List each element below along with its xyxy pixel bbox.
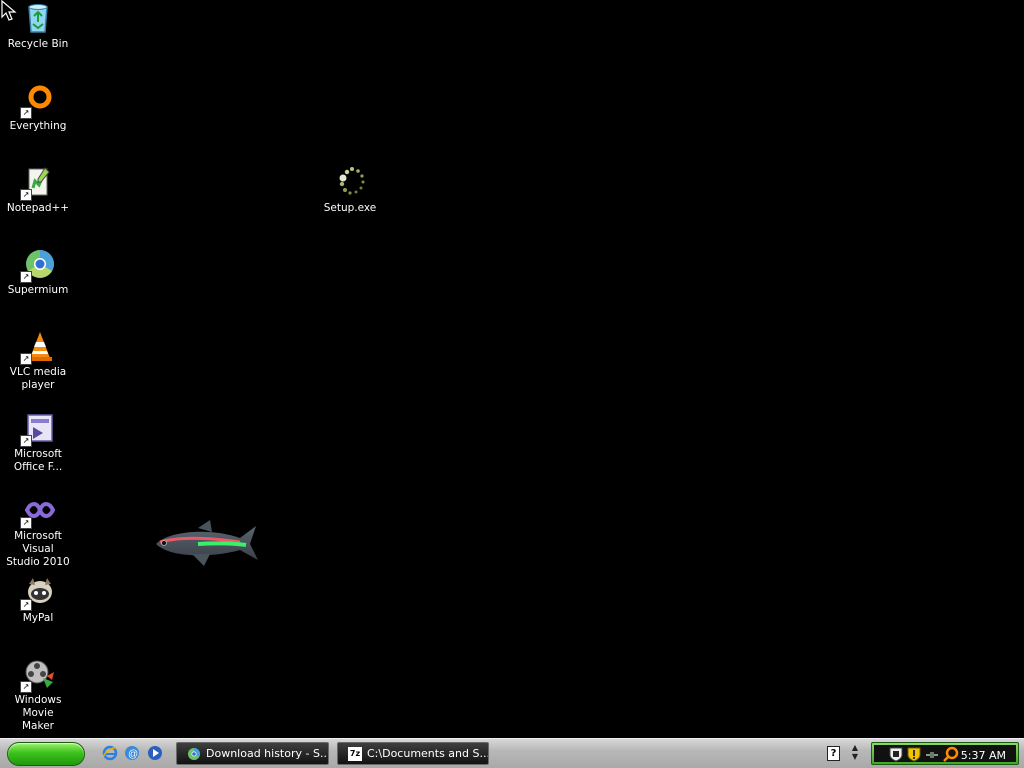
supermium-browser-icon xyxy=(188,747,201,760)
taskbar-button-label: Download history - S... xyxy=(206,747,328,760)
security-shield-icon[interactable] xyxy=(888,746,904,762)
desktop-icon-movie-maker[interactable]: ↗ Windows Movie Maker xyxy=(0,658,78,733)
start-button[interactable] xyxy=(7,742,85,766)
desktop-icon-everything[interactable]: ↗ Everything xyxy=(0,84,78,133)
visual-studio-icon: ↗ xyxy=(20,494,55,529)
desktop-icon-vlc[interactable]: ↗ VLC media player xyxy=(0,330,78,392)
desktop-icon-label: Setup.exe xyxy=(323,202,377,214)
help-icon[interactable]: ? xyxy=(827,746,840,761)
system-tray: 5:37 AM xyxy=(871,742,1019,765)
svg-text:@: @ xyxy=(128,749,138,760)
7zip-icon: 7z xyxy=(348,746,362,761)
mouse-cursor-icon xyxy=(1,0,17,21)
shortcut-arrow-icon: ↗ xyxy=(20,681,32,693)
desktop-icon-label: MyPal xyxy=(22,612,54,624)
taskbar-button-label: C:\Documents and S... xyxy=(367,747,488,760)
desktop-icon-label: Microsoft Office F... xyxy=(13,448,63,473)
desktop-icon-label: Windows Movie Maker xyxy=(14,694,62,732)
desktop-icon-label: Recycle Bin xyxy=(7,38,69,50)
taskbar: @ Download history - S... 7z C:\Document… xyxy=(0,738,1024,768)
security-alert-icon[interactable] xyxy=(906,746,922,762)
shortcut-arrow-icon: ↗ xyxy=(20,435,32,447)
recycle-bin-icon xyxy=(21,2,55,36)
desktop-icon-supermium[interactable]: ↗ Supermium xyxy=(0,248,78,297)
notepadpp-icon: ↗ xyxy=(20,166,55,201)
shortcut-arrow-icon: ↗ xyxy=(20,107,32,119)
taskbar-button-download-history[interactable]: Download history - S... xyxy=(176,742,329,765)
network-icon[interactable] xyxy=(925,748,939,760)
shortcut-arrow-icon: ↗ xyxy=(20,517,32,529)
desktop-icon-label: Notepad++ xyxy=(6,202,70,214)
desktop-icon-visual-studio[interactable]: ↗ Microsoft Visual Studio 2010 xyxy=(0,494,78,569)
outlook-express-icon[interactable]: @ xyxy=(124,745,140,761)
movie-maker-icon: ↗ xyxy=(20,658,55,693)
office-form-icon: ↗ xyxy=(20,412,55,447)
system-tray-inner: 5:37 AM xyxy=(874,745,1016,762)
desktop-icon-notepadpp[interactable]: ↗ Notepad++ xyxy=(0,166,78,215)
everything-search-icon: ↗ xyxy=(20,84,55,119)
desktop-icon-setup-exe[interactable]: Setup.exe xyxy=(310,166,390,215)
vlc-cone-icon: ↗ xyxy=(20,330,55,365)
desktop-icon-label: Microsoft Visual Studio 2010 xyxy=(6,530,70,568)
supermium-browser-icon: ↗ xyxy=(20,248,55,283)
tetra-fish-icon xyxy=(156,520,258,566)
setup-loading-icon xyxy=(333,166,367,200)
shortcut-arrow-icon: ↗ xyxy=(20,189,32,201)
internet-explorer-icon[interactable] xyxy=(102,745,118,761)
everything-search-icon[interactable] xyxy=(942,745,960,763)
desktop[interactable]: Recycle Bin ↗ Everything ↗ Notepad++ ↗ S… xyxy=(0,0,1024,738)
desktop-icon-label: VLC media player xyxy=(9,366,67,391)
desktop-icon-label: Supermium xyxy=(7,284,69,296)
taskbar-button-7zip-folder[interactable]: 7z C:\Documents and S... xyxy=(337,742,489,765)
shortcut-arrow-icon: ↗ xyxy=(20,271,32,283)
desktop-icon-label: Everything xyxy=(9,120,67,132)
mypal-icon: ↗ xyxy=(20,576,55,611)
shortcut-arrow-icon: ↗ xyxy=(20,353,32,365)
media-player-icon[interactable] xyxy=(147,745,163,761)
tray-expand-icon[interactable]: ▲ ▼ xyxy=(850,743,860,763)
clock[interactable]: 5:37 AM xyxy=(961,749,1006,762)
desktop-icon-mypal[interactable]: ↗ MyPal xyxy=(0,576,78,625)
desktop-icon-office-form[interactable]: ↗ Microsoft Office F... xyxy=(0,412,78,474)
shortcut-arrow-icon: ↗ xyxy=(20,599,32,611)
